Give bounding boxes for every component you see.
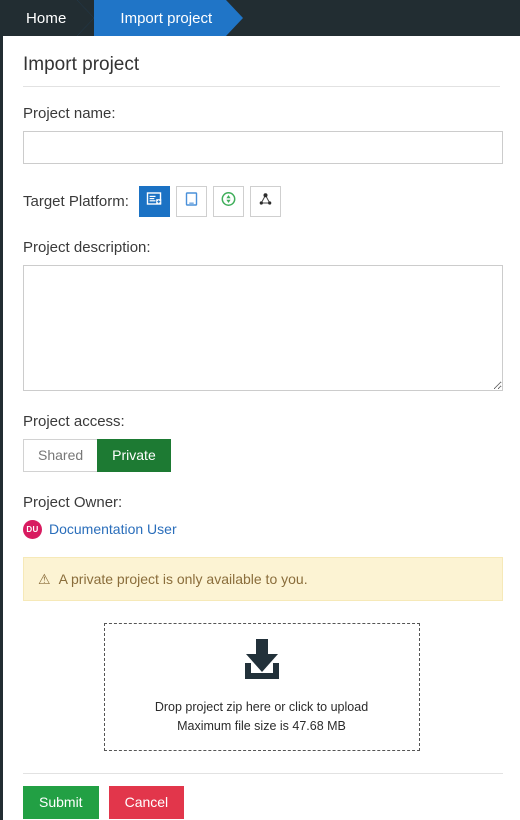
desktop-form-icon [146,191,163,213]
platform-option-refresh[interactable] [212,186,244,217]
alert-text: A private project is only available to y… [58,570,308,587]
breadcrumb-arrow-left [77,0,95,36]
access-option-private[interactable]: Private [97,439,171,472]
top-navigation-bar: Home Import project [0,0,520,36]
submit-button[interactable]: Submit [23,785,99,819]
dropzone-line-1: Drop project zip here or click to upload [154,699,369,714]
network-nodes-icon [257,191,274,213]
form-actions: Submit Cancel [23,785,500,819]
avatar: DU [23,519,42,539]
warning-triangle-icon: ⚠ [38,570,51,587]
page-title: Import project [23,54,140,75]
target-platform-options [138,186,281,217]
refresh-circle-icon [220,191,237,213]
page-container: Import project Project name: Target Plat… [0,36,520,820]
access-option-shared[interactable]: Shared [23,439,99,472]
project-description-textarea[interactable] [23,265,503,391]
target-platform-row: Target Platform: [23,186,500,217]
project-owner-label: Project Owner: [23,493,123,511]
nav-item-home[interactable]: Home [0,0,88,36]
nav-home-label: Home [26,9,67,27]
platform-option-tablet[interactable] [175,186,207,217]
tablet-icon [183,191,200,213]
project-name-input[interactable] [23,131,503,164]
form-content: Import project Project name: Target Plat… [3,36,520,819]
project-access-toggle-group: Shared Private [23,439,500,472]
dropzone-line-2: Maximum file size is 47.68 MB [177,719,346,734]
dropzone-wrapper: Drop project zip here or click to upload… [23,622,500,751]
project-name-label: Project name: [23,105,116,122]
project-owner-name-link[interactable]: Documentation User [49,521,177,537]
breadcrumb-label: Import project [120,9,213,27]
download-tray-icon [236,637,288,686]
project-access-label: Project access: [23,413,125,430]
footer-divider [23,772,503,774]
target-platform-label: Target Platform: [23,193,129,210]
cancel-button[interactable]: Cancel [108,785,185,819]
project-description-label: Project description: [23,239,151,256]
project-owner-row: DU Documentation User [23,519,500,539]
title-divider [23,86,500,87]
platform-option-desktop-form[interactable] [138,186,170,217]
platform-option-network[interactable] [249,186,281,217]
private-project-alert: ⚠ A private project is only available to… [23,556,503,601]
file-dropzone[interactable]: Drop project zip here or click to upload… [103,622,420,751]
breadcrumb-import-project[interactable]: Import project [77,0,243,36]
